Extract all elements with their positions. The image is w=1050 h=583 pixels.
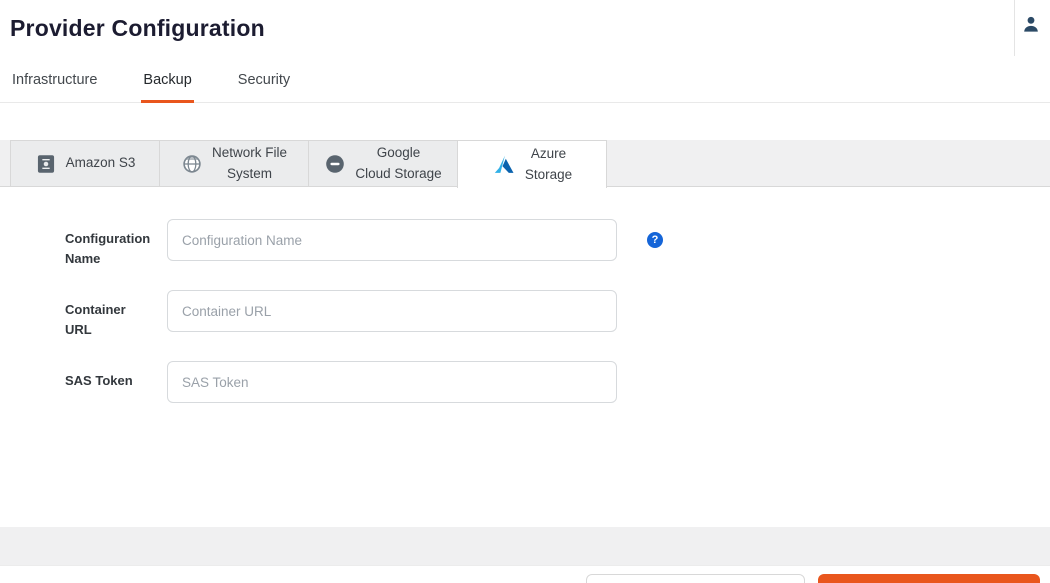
tab-infrastructure[interactable]: Infrastructure (12, 57, 97, 102)
google-cloud-storage-icon (324, 153, 346, 175)
save-button[interactable]: Save (818, 574, 1040, 583)
configuration-name-input[interactable] (167, 219, 617, 261)
network-file-system-icon (181, 153, 203, 175)
header: Provider Configuration (0, 0, 1050, 57)
tab-backup-label: Backup (143, 72, 191, 88)
azure-storage-form: Configuration Name ? Container URL SAS T… (0, 187, 1050, 527)
cancel-button[interactable]: Cancel (586, 574, 805, 583)
tab-security-label: Security (238, 72, 290, 88)
provider-tab-network-file-system-label: Network File System (212, 143, 287, 185)
amazon-s3-icon (35, 153, 57, 175)
tab-security[interactable]: Security (238, 57, 290, 102)
provider-tab-amazon-s3-label: Amazon S3 (66, 153, 136, 174)
container-url-input[interactable] (167, 290, 617, 332)
sas-token-label: SAS Token (65, 361, 155, 391)
provider-tab-amazon-s3[interactable]: Amazon S3 (10, 140, 160, 187)
azure-storage-icon (492, 153, 516, 177)
main-tabs: Infrastructure Backup Security (0, 57, 1050, 103)
provider-configuration-page: Provider Configuration Infrastructure Ba… (0, 0, 1050, 583)
header-divider (1014, 0, 1015, 56)
provider-tab-azure-storage[interactable]: Azure Storage (457, 140, 607, 188)
help-icon[interactable]: ? (647, 232, 663, 248)
form-row-sas-token: SAS Token (65, 361, 1050, 403)
provider-tab-google-cloud-storage-label: Google Cloud Storage (355, 143, 441, 185)
user-icon[interactable] (1019, 12, 1043, 36)
tab-infrastructure-label: Infrastructure (12, 72, 97, 88)
provider-tab-network-file-system[interactable]: Network File System (159, 140, 309, 187)
provider-tab-google-cloud-storage[interactable]: Google Cloud Storage (308, 140, 458, 187)
provider-tabs: Amazon S3 Network File System (0, 140, 1050, 187)
action-bar: Cancel Save (0, 565, 1050, 583)
page-title: Provider Configuration (10, 15, 265, 42)
sas-token-input[interactable] (167, 361, 617, 403)
container-url-label: Container URL (65, 290, 155, 339)
form-row-configuration-name: Configuration Name ? (65, 219, 1050, 268)
tab-backup[interactable]: Backup (143, 57, 191, 102)
form-row-container-url: Container URL (65, 290, 1050, 339)
provider-tab-azure-storage-label: Azure Storage (525, 144, 572, 186)
configuration-name-label: Configuration Name (65, 219, 155, 268)
backup-content: Amazon S3 Network File System (0, 140, 1050, 583)
